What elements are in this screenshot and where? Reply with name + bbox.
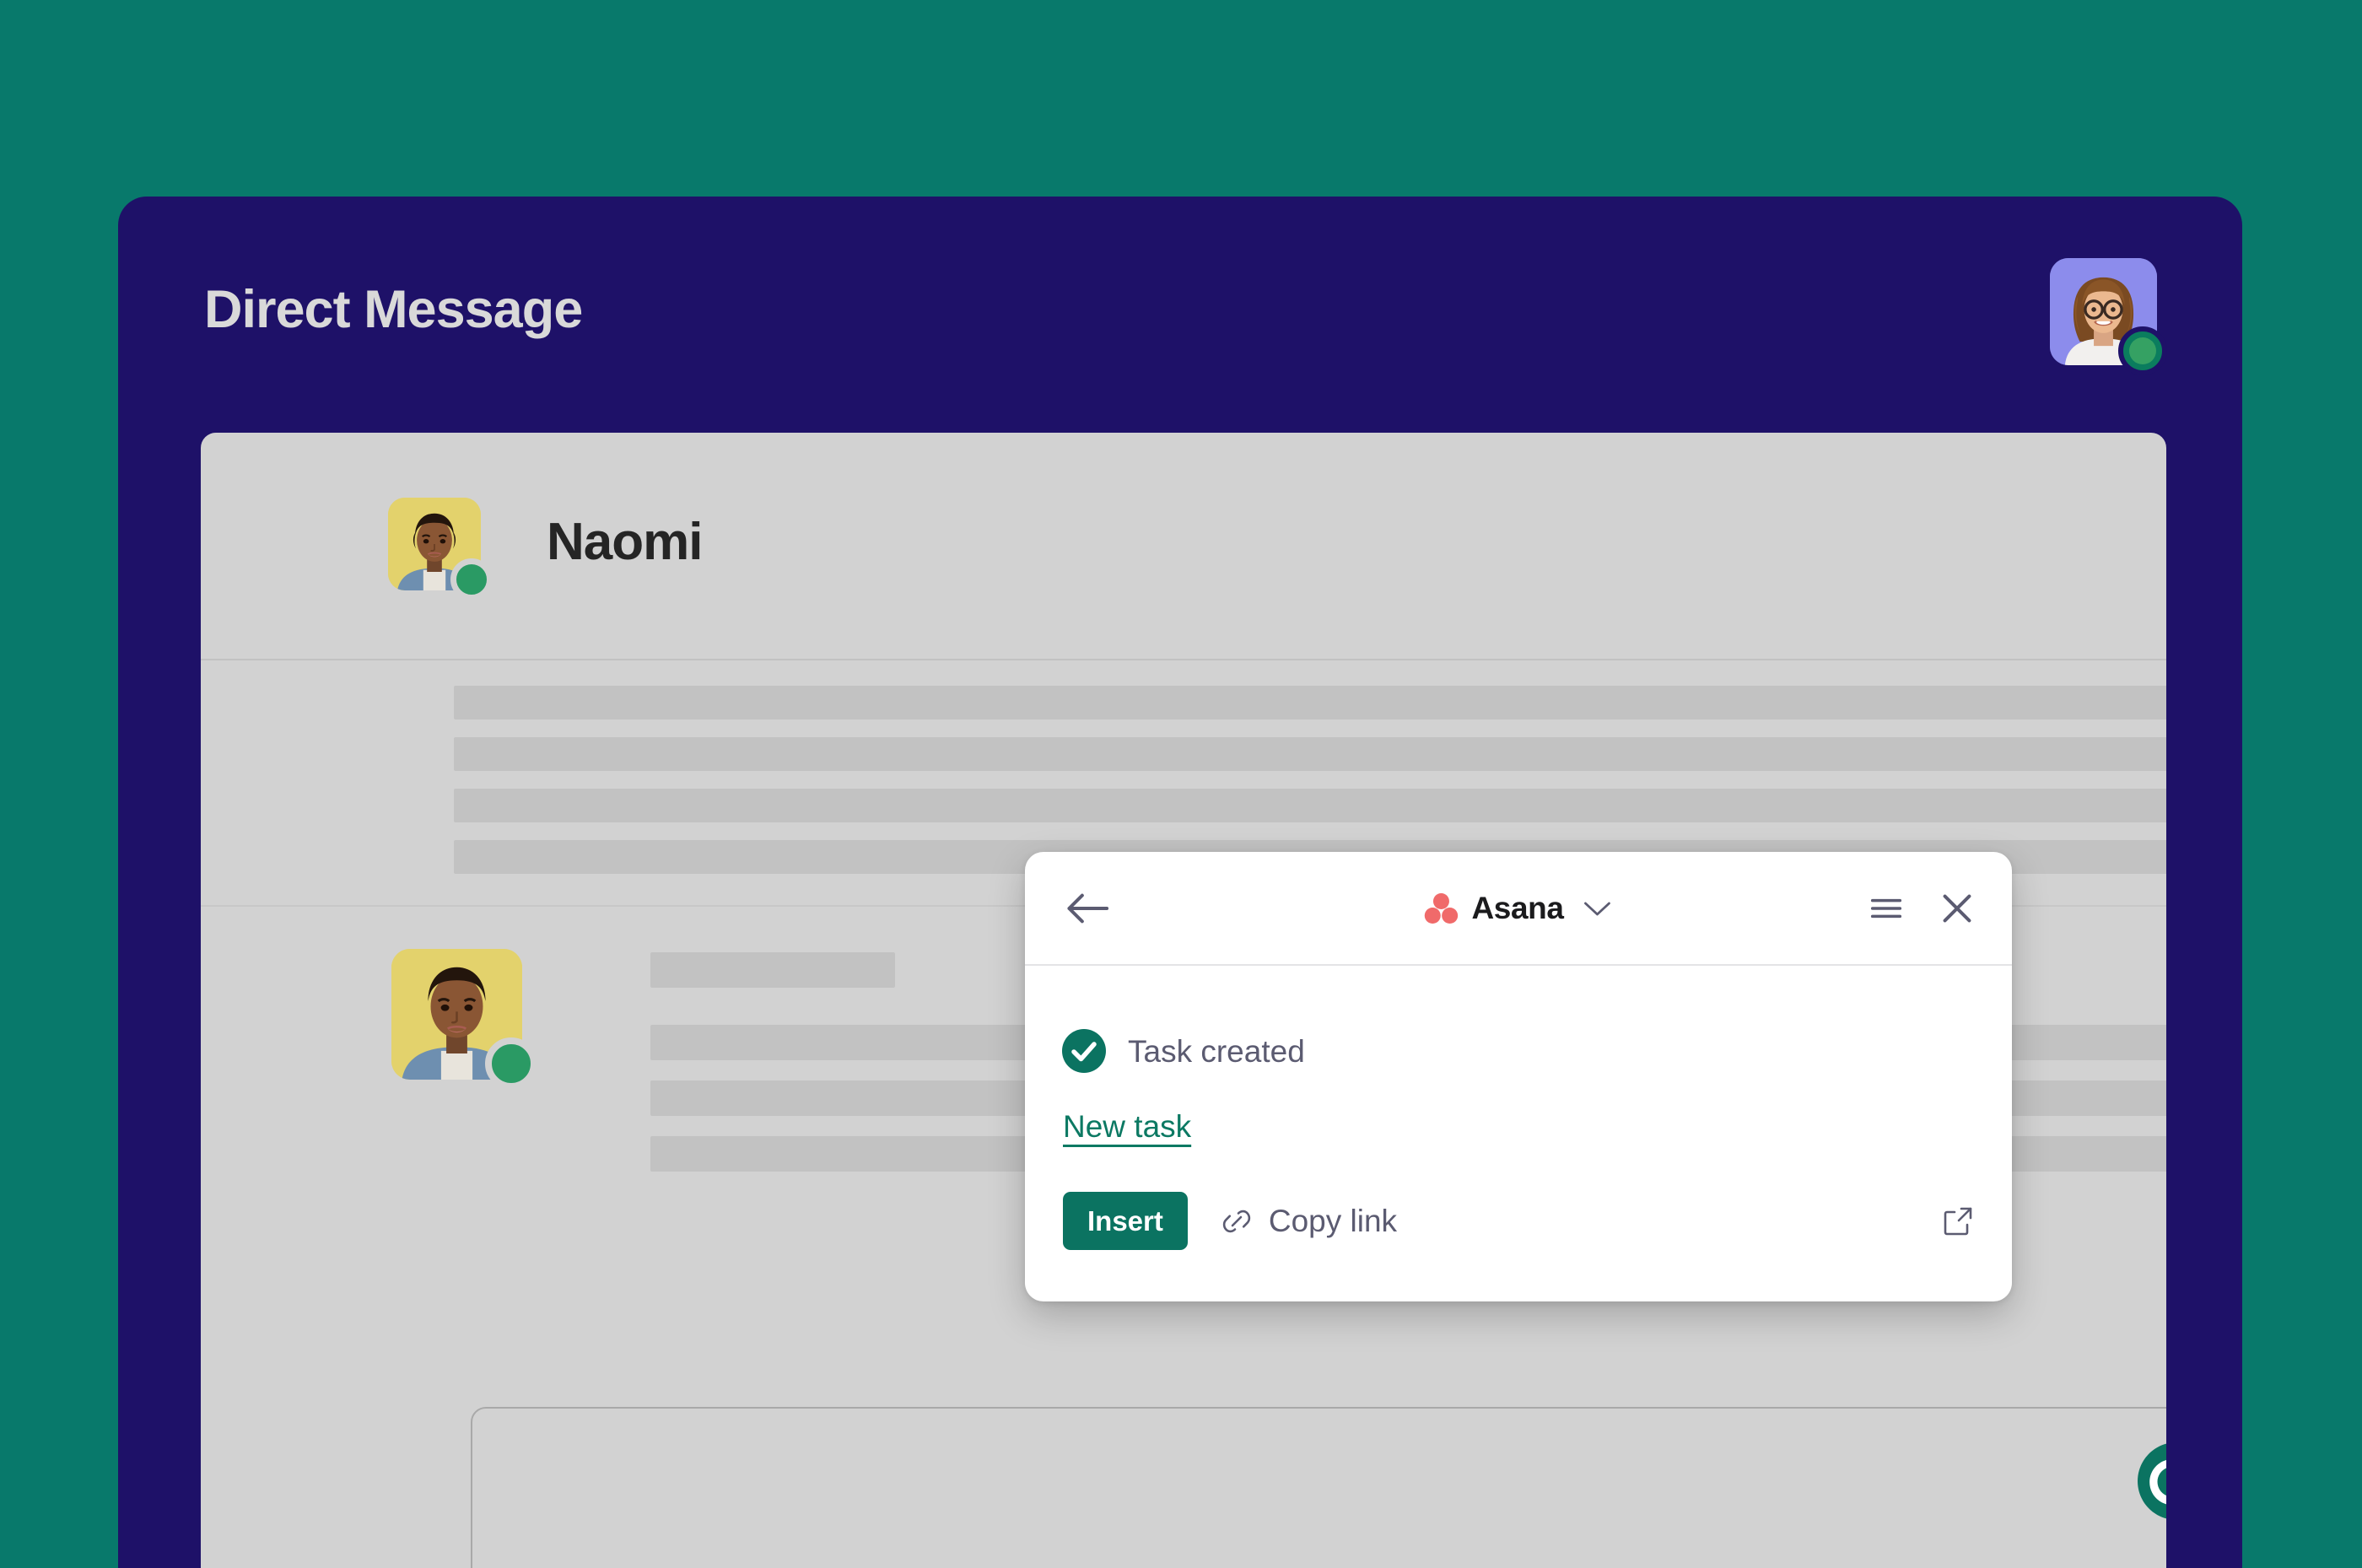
asana-brand-selector[interactable]: Asana	[1424, 892, 1612, 924]
asana-integration-popup: Asana Task created New task Insert Copy …	[1025, 852, 2012, 1301]
message-author-avatar[interactable]	[391, 949, 537, 1090]
hamburger-menu-icon[interactable]	[1869, 891, 1904, 926]
app-header: Direct Message	[118, 197, 2242, 433]
grammarly-logo-icon[interactable]	[2134, 1439, 2166, 1523]
copy-link-button[interactable]: Copy link	[1220, 1204, 1397, 1238]
skeleton-line	[454, 686, 2166, 719]
insert-button[interactable]: Insert	[1063, 1192, 1188, 1250]
task-status: Task created	[1062, 1029, 1305, 1073]
skeleton-line	[454, 737, 2166, 771]
task-status-label: Task created	[1128, 1033, 1305, 1069]
conversation-header: Naomi	[201, 433, 2166, 660]
open-external-icon[interactable]	[1941, 1204, 1975, 1238]
asana-brand-label: Asana	[1471, 891, 1564, 925]
popup-toolbar: Asana	[1025, 852, 2012, 966]
chevron-down-icon[interactable]	[1583, 899, 1613, 918]
current-user-avatar[interactable]	[2050, 258, 2167, 375]
popup-toolbar-actions	[1869, 891, 1975, 926]
asana-logo-icon	[1424, 892, 1459, 924]
arrow-left-icon[interactable]	[1065, 892, 1110, 925]
conversation-title: Naomi	[547, 513, 703, 571]
check-circle-icon	[1062, 1029, 1106, 1073]
presence-indicator-online	[2118, 326, 2167, 375]
message-composer[interactable]	[471, 1407, 2166, 1568]
conversation-avatar[interactable]	[388, 498, 493, 601]
page-title: Direct Message	[204, 280, 583, 339]
close-icon[interactable]	[1939, 891, 1975, 926]
presence-indicator-online	[450, 558, 493, 601]
skeleton-author-line	[650, 952, 895, 988]
skeleton-line	[454, 789, 2166, 822]
popup-actions: Insert Copy link	[1063, 1192, 1975, 1250]
link-chain-icon	[1220, 1204, 1254, 1238]
presence-indicator-online	[485, 1037, 537, 1090]
copy-link-label: Copy link	[1268, 1204, 1398, 1238]
popup-body: Task created New task Insert Copy link	[1025, 966, 2012, 1300]
new-task-link[interactable]: New task	[1063, 1111, 1191, 1142]
